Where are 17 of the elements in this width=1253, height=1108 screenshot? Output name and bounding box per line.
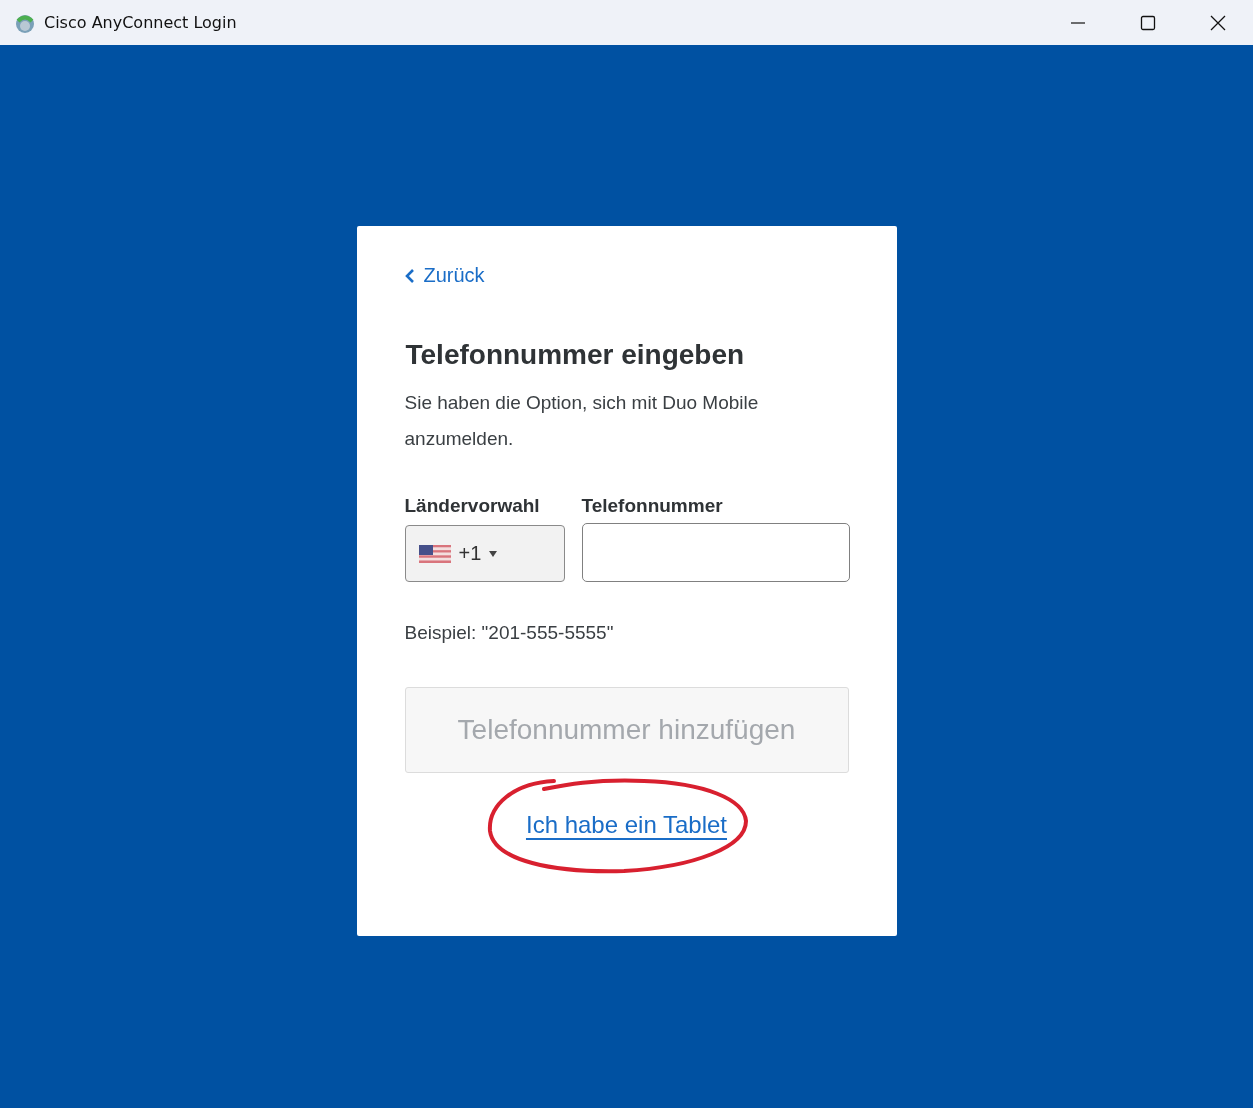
phone-number-field[interactable] xyxy=(581,523,850,582)
country-code-select[interactable]: +1 xyxy=(404,525,565,582)
field-label: Ländervorwahl xyxy=(404,495,541,517)
field-label: Telefonnummer xyxy=(581,495,724,517)
close-icon xyxy=(1210,14,1226,31)
page-heading: Telefonnummer eingeben xyxy=(405,339,746,371)
chevron-left-icon xyxy=(404,267,415,284)
country-code-value: +1 xyxy=(458,542,482,565)
dropdown-caret-icon xyxy=(489,550,498,557)
back-link[interactable]: Zurück xyxy=(404,264,485,287)
tablet-link[interactable]: Ich habe ein Tablet xyxy=(525,811,727,838)
minimize-icon xyxy=(1070,21,1086,24)
example-text: Beispiel: "201-555-5555" xyxy=(404,622,615,644)
description-text: Sie haben die Option, sich mit Duo Mobile anzumelden. xyxy=(404,391,760,451)
window-title: Cisco AnyConnect Login xyxy=(44,13,238,32)
maximize-icon xyxy=(1140,14,1156,31)
flag-icon xyxy=(418,544,451,563)
